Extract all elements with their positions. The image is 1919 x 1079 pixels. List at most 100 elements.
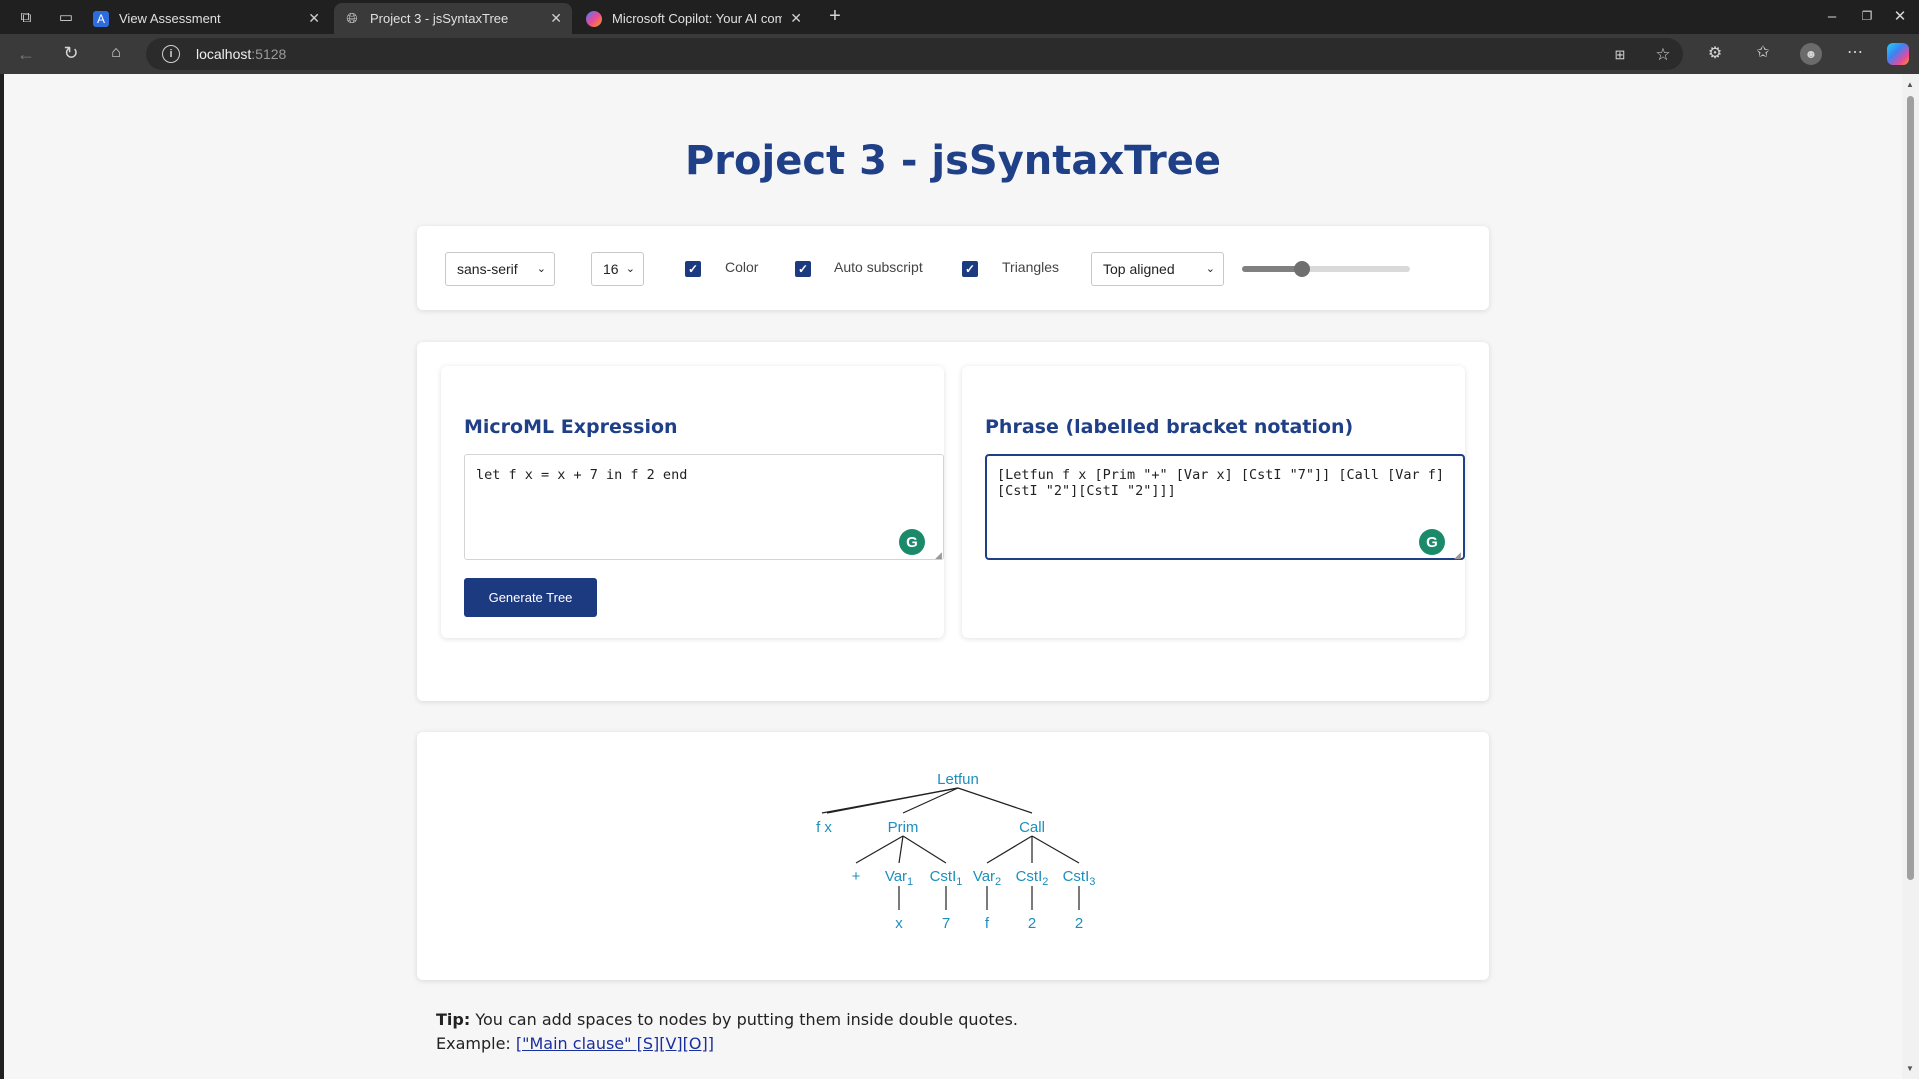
workspaces-icon[interactable]: ⧉ bbox=[17, 9, 35, 25]
edge-call-csti3 bbox=[1031, 835, 1080, 864]
microml-textarea[interactable]: let f x = x + 7 in f 2 end bbox=[464, 454, 944, 560]
scroll-down-icon[interactable]: ▼ bbox=[1906, 1064, 1914, 1073]
site-info-icon[interactable]: i bbox=[162, 45, 180, 63]
node-call: Call bbox=[1019, 819, 1045, 836]
spacing-slider-track[interactable] bbox=[1242, 266, 1410, 272]
refresh-icon[interactable]: ↻ bbox=[62, 44, 80, 62]
new-tab-icon[interactable]: + bbox=[826, 6, 844, 26]
more-menu-icon[interactable]: ⋯ bbox=[1846, 44, 1864, 62]
tab-title: Microsoft Copilot: Your AI com bbox=[612, 11, 783, 26]
color-label: Color bbox=[725, 259, 759, 275]
browser-toolbar: ← ↻ ⌂ i localhost:5128 ⊞ ☆ ⚙ ✩ ☻ ⋯ bbox=[0, 34, 1919, 74]
edge-root-fx-2 bbox=[826, 787, 959, 814]
microml-panel: MicroML Expression let f x = x + 7 in f … bbox=[441, 366, 944, 638]
node-var1: Var1 bbox=[885, 868, 913, 888]
tab-title: View Assessment bbox=[119, 11, 221, 26]
home-icon[interactable]: ⌂ bbox=[107, 44, 125, 62]
phrase-textarea[interactable]: [Letfun f x [Prim "+" [Var x] [CstI "7"]… bbox=[985, 454, 1465, 560]
spacing-slider-thumb[interactable] bbox=[1294, 261, 1311, 277]
tip-bold: Tip: bbox=[436, 1010, 471, 1029]
profile-avatar-icon[interactable]: ☻ bbox=[1800, 43, 1822, 65]
microml-title: MicroML Expression bbox=[464, 416, 678, 438]
close-tab-icon[interactable]: ✕ bbox=[550, 10, 562, 27]
edge-call-var2 bbox=[986, 835, 1033, 864]
node-csti3: CstI3 bbox=[1063, 868, 1096, 888]
node-csti2-subscript: 2 bbox=[1042, 876, 1048, 888]
leaf-7: 7 bbox=[942, 915, 950, 932]
color-checkbox[interactable]: ✓ bbox=[685, 261, 701, 277]
tree-edges bbox=[821, 787, 1080, 910]
font-size-select[interactable]: 16 ⌄ bbox=[591, 252, 644, 286]
node-csti1-label: CstI bbox=[930, 868, 957, 885]
options-card: sans-serif ⌄ 16 ⌄ ✓ Color ✓ Auto subscri… bbox=[417, 226, 1489, 310]
leaf-x: x bbox=[895, 915, 903, 932]
tip-section: Tip: You can add spaces to nodes by putt… bbox=[436, 1008, 1018, 1056]
tab-actions-icon[interactable]: ▭ bbox=[58, 9, 74, 25]
syntax-tree-svg: Letfun f x Prim Call + Var1 CstI1 Var2 C… bbox=[816, 771, 1095, 932]
edge-prim-csti1 bbox=[902, 835, 947, 864]
node-plus: + bbox=[852, 868, 861, 885]
copilot-icon[interactable] bbox=[1887, 43, 1909, 65]
font-size-value: 16 bbox=[603, 261, 619, 277]
leaf-2b: 2 bbox=[1075, 915, 1083, 932]
example-link[interactable]: ["Main clause" [S][V][O]] bbox=[516, 1034, 714, 1053]
example-line: Example: ["Main clause" [S][V][O]] bbox=[436, 1032, 1018, 1056]
triangles-checkbox[interactable]: ✓ bbox=[962, 261, 978, 277]
edge-root-prim bbox=[902, 787, 959, 814]
tab-view-assessment[interactable]: A View Assessment ✕ bbox=[83, 3, 330, 34]
node-var2: Var2 bbox=[973, 868, 1001, 888]
chevron-down-icon: ⌄ bbox=[536, 263, 546, 275]
node-prim: Prim bbox=[888, 819, 919, 836]
example-label: Example: bbox=[436, 1034, 516, 1053]
phrase-panel: Phrase (labelled bracket notation) [Letf… bbox=[962, 366, 1465, 638]
address-host: localhost bbox=[196, 46, 252, 62]
leaf-2a: 2 bbox=[1028, 915, 1036, 932]
scrollbar-thumb[interactable] bbox=[1907, 96, 1914, 880]
assessment-favicon: A bbox=[93, 10, 109, 27]
page-viewport: Project 3 - jsSyntaxTree sans-serif ⌄ 16… bbox=[4, 74, 1902, 1079]
font-family-value: sans-serif bbox=[457, 261, 518, 277]
page-scrollbar[interactable]: ▲ ▼ bbox=[1902, 74, 1919, 1079]
globe-icon: 🌐︎ bbox=[346, 10, 358, 26]
close-tab-icon[interactable]: ✕ bbox=[308, 10, 320, 27]
node-var2-subscript: 2 bbox=[995, 876, 1001, 888]
copilot-favicon bbox=[586, 10, 602, 27]
node-letfun: Letfun bbox=[937, 771, 979, 788]
grammarly-icon[interactable]: G bbox=[1419, 529, 1445, 555]
node-var1-label: Var bbox=[885, 868, 907, 885]
tree-nodes: Letfun f x Prim Call + Var1 CstI1 Var2 C… bbox=[816, 771, 1095, 932]
address-port: :5128 bbox=[251, 46, 287, 62]
tab-title: Project 3 - jsSyntaxTree bbox=[370, 11, 509, 26]
tab-copilot[interactable]: Microsoft Copilot: Your AI com ✕ bbox=[576, 3, 812, 34]
extensions-icon[interactable]: ⚙ bbox=[1706, 45, 1724, 63]
tab-bar: ⧉ ▭ A View Assessment ✕ 🌐︎ Project 3 - j… bbox=[0, 0, 1919, 34]
alignment-select[interactable]: Top aligned ⌄ bbox=[1091, 252, 1224, 286]
node-csti3-subscript: 3 bbox=[1089, 876, 1095, 888]
node-csti3-label: CstI bbox=[1063, 868, 1090, 885]
close-window-icon[interactable]: ✕ bbox=[1893, 9, 1907, 24]
tab-project-3[interactable]: 🌐︎ Project 3 - jsSyntaxTree ✕ bbox=[334, 3, 572, 34]
back-icon[interactable]: ← bbox=[17, 45, 35, 63]
address-bar[interactable]: i localhost:5128 ⊞ ☆ bbox=[146, 38, 1683, 70]
favorites-icon[interactable]: ✩ bbox=[1754, 44, 1772, 62]
grammarly-icon[interactable]: G bbox=[899, 529, 925, 555]
restore-icon[interactable]: ❐ bbox=[1860, 9, 1874, 23]
generate-tree-button[interactable]: Generate Tree bbox=[464, 578, 597, 617]
tip-text: You can add spaces to nodes by putting t… bbox=[470, 1010, 1018, 1029]
chevron-down-icon: ⌄ bbox=[1205, 263, 1215, 275]
font-family-select[interactable]: sans-serif ⌄ bbox=[445, 252, 555, 286]
minimize-icon[interactable]: – bbox=[1825, 9, 1839, 24]
node-fx: f x bbox=[816, 819, 832, 836]
favorite-star-icon[interactable]: ☆ bbox=[1654, 45, 1672, 63]
node-csti1: CstI1 bbox=[930, 868, 963, 888]
triangles-label: Triangles bbox=[1002, 259, 1060, 275]
scroll-up-icon[interactable]: ▲ bbox=[1906, 80, 1914, 89]
resize-grip-icon[interactable]: ◢ bbox=[1454, 551, 1464, 637]
auto-subscript-label: Auto subscript bbox=[834, 259, 923, 275]
page-title: Project 3 - jsSyntaxTree bbox=[684, 138, 1222, 184]
resize-grip-icon[interactable]: ◢ bbox=[935, 551, 943, 637]
app-available-icon[interactable]: ⊞ bbox=[1612, 46, 1628, 62]
auto-subscript-checkbox[interactable]: ✓ bbox=[795, 261, 811, 277]
node-var2-label: Var bbox=[973, 868, 995, 885]
close-tab-icon[interactable]: ✕ bbox=[790, 10, 802, 27]
